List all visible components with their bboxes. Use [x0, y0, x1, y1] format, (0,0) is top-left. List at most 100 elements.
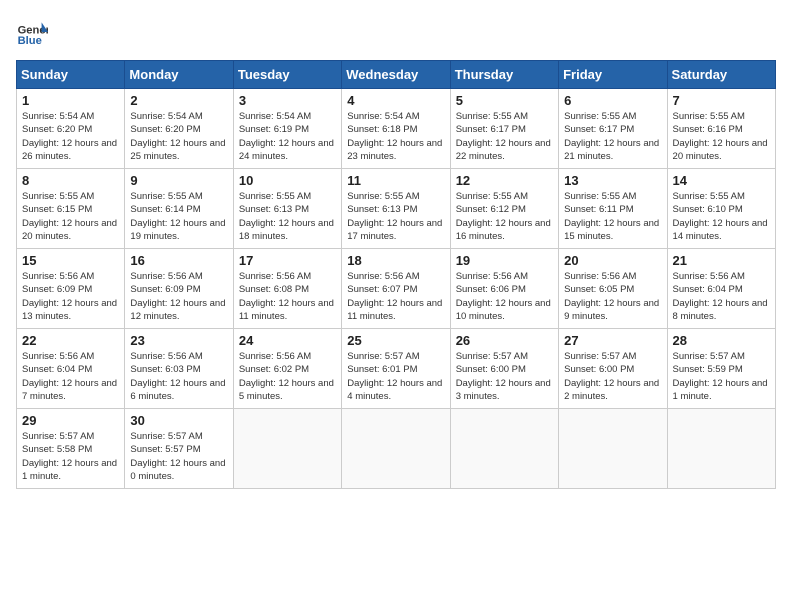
- day-number: 19: [456, 253, 553, 268]
- calendar-cell: 12 Sunrise: 5:55 AMSunset: 6:12 PMDaylig…: [450, 169, 558, 249]
- calendar-header-row: SundayMondayTuesdayWednesdayThursdayFrid…: [17, 61, 776, 89]
- calendar-cell: 10 Sunrise: 5:55 AMSunset: 6:13 PMDaylig…: [233, 169, 341, 249]
- day-header-sunday: Sunday: [17, 61, 125, 89]
- calendar-cell: 13 Sunrise: 5:55 AMSunset: 6:11 PMDaylig…: [559, 169, 667, 249]
- calendar-cell: 5 Sunrise: 5:55 AMSunset: 6:17 PMDayligh…: [450, 89, 558, 169]
- day-number: 26: [456, 333, 553, 348]
- day-number: 20: [564, 253, 661, 268]
- cell-text: Sunrise: 5:56 AMSunset: 6:09 PMDaylight:…: [22, 271, 117, 322]
- svg-text:Blue: Blue: [18, 35, 42, 47]
- calendar-cell: 9 Sunrise: 5:55 AMSunset: 6:14 PMDayligh…: [125, 169, 233, 249]
- day-number: 17: [239, 253, 336, 268]
- calendar-cell: 11 Sunrise: 5:55 AMSunset: 6:13 PMDaylig…: [342, 169, 450, 249]
- day-number: 5: [456, 93, 553, 108]
- day-number: 18: [347, 253, 444, 268]
- calendar-table: SundayMondayTuesdayWednesdayThursdayFrid…: [16, 60, 776, 489]
- cell-text: Sunrise: 5:55 AMSunset: 6:14 PMDaylight:…: [130, 191, 225, 242]
- cell-text: Sunrise: 5:56 AMSunset: 6:04 PMDaylight:…: [22, 351, 117, 402]
- cell-text: Sunrise: 5:56 AMSunset: 6:02 PMDaylight:…: [239, 351, 334, 402]
- day-number: 30: [130, 413, 227, 428]
- calendar-cell: 19 Sunrise: 5:56 AMSunset: 6:06 PMDaylig…: [450, 249, 558, 329]
- calendar-cell: 24 Sunrise: 5:56 AMSunset: 6:02 PMDaylig…: [233, 329, 341, 409]
- cell-text: Sunrise: 5:54 AMSunset: 6:18 PMDaylight:…: [347, 111, 442, 162]
- calendar-cell: 17 Sunrise: 5:56 AMSunset: 6:08 PMDaylig…: [233, 249, 341, 329]
- day-number: 10: [239, 173, 336, 188]
- cell-text: Sunrise: 5:55 AMSunset: 6:13 PMDaylight:…: [239, 191, 334, 242]
- day-header-friday: Friday: [559, 61, 667, 89]
- day-number: 25: [347, 333, 444, 348]
- day-number: 3: [239, 93, 336, 108]
- calendar-cell: 18 Sunrise: 5:56 AMSunset: 6:07 PMDaylig…: [342, 249, 450, 329]
- day-number: 13: [564, 173, 661, 188]
- cell-text: Sunrise: 5:55 AMSunset: 6:12 PMDaylight:…: [456, 191, 551, 242]
- calendar-cell: 4 Sunrise: 5:54 AMSunset: 6:18 PMDayligh…: [342, 89, 450, 169]
- day-number: 8: [22, 173, 119, 188]
- day-number: 12: [456, 173, 553, 188]
- cell-text: Sunrise: 5:55 AMSunset: 6:17 PMDaylight:…: [456, 111, 551, 162]
- week-row-5: 29 Sunrise: 5:57 AMSunset: 5:58 PMDaylig…: [17, 409, 776, 489]
- calendar-cell: 21 Sunrise: 5:56 AMSunset: 6:04 PMDaylig…: [667, 249, 775, 329]
- calendar-cell: 20 Sunrise: 5:56 AMSunset: 6:05 PMDaylig…: [559, 249, 667, 329]
- day-number: 28: [673, 333, 770, 348]
- week-row-2: 8 Sunrise: 5:55 AMSunset: 6:15 PMDayligh…: [17, 169, 776, 249]
- week-row-1: 1 Sunrise: 5:54 AMSunset: 6:20 PMDayligh…: [17, 89, 776, 169]
- cell-text: Sunrise: 5:57 AMSunset: 5:58 PMDaylight:…: [22, 431, 117, 482]
- day-number: 24: [239, 333, 336, 348]
- cell-text: Sunrise: 5:54 AMSunset: 6:20 PMDaylight:…: [130, 111, 225, 162]
- calendar-cell: 29 Sunrise: 5:57 AMSunset: 5:58 PMDaylig…: [17, 409, 125, 489]
- cell-text: Sunrise: 5:57 AMSunset: 5:57 PMDaylight:…: [130, 431, 225, 482]
- cell-text: Sunrise: 5:56 AMSunset: 6:06 PMDaylight:…: [456, 271, 551, 322]
- cell-text: Sunrise: 5:56 AMSunset: 6:03 PMDaylight:…: [130, 351, 225, 402]
- day-number: 7: [673, 93, 770, 108]
- calendar-cell: 7 Sunrise: 5:55 AMSunset: 6:16 PMDayligh…: [667, 89, 775, 169]
- cell-text: Sunrise: 5:54 AMSunset: 6:19 PMDaylight:…: [239, 111, 334, 162]
- calendar-cell: 14 Sunrise: 5:55 AMSunset: 6:10 PMDaylig…: [667, 169, 775, 249]
- calendar-cell: [342, 409, 450, 489]
- cell-text: Sunrise: 5:54 AMSunset: 6:20 PMDaylight:…: [22, 111, 117, 162]
- calendar-cell: 30 Sunrise: 5:57 AMSunset: 5:57 PMDaylig…: [125, 409, 233, 489]
- day-header-tuesday: Tuesday: [233, 61, 341, 89]
- cell-text: Sunrise: 5:56 AMSunset: 6:09 PMDaylight:…: [130, 271, 225, 322]
- day-number: 15: [22, 253, 119, 268]
- day-header-saturday: Saturday: [667, 61, 775, 89]
- calendar-cell: 16 Sunrise: 5:56 AMSunset: 6:09 PMDaylig…: [125, 249, 233, 329]
- calendar-body: 1 Sunrise: 5:54 AMSunset: 6:20 PMDayligh…: [17, 89, 776, 489]
- calendar-cell: 15 Sunrise: 5:56 AMSunset: 6:09 PMDaylig…: [17, 249, 125, 329]
- calendar-cell: 6 Sunrise: 5:55 AMSunset: 6:17 PMDayligh…: [559, 89, 667, 169]
- cell-text: Sunrise: 5:55 AMSunset: 6:11 PMDaylight:…: [564, 191, 659, 242]
- week-row-3: 15 Sunrise: 5:56 AMSunset: 6:09 PMDaylig…: [17, 249, 776, 329]
- calendar-cell: 23 Sunrise: 5:56 AMSunset: 6:03 PMDaylig…: [125, 329, 233, 409]
- day-number: 1: [22, 93, 119, 108]
- calendar-cell: 2 Sunrise: 5:54 AMSunset: 6:20 PMDayligh…: [125, 89, 233, 169]
- calendar-cell: 28 Sunrise: 5:57 AMSunset: 5:59 PMDaylig…: [667, 329, 775, 409]
- calendar-cell: [667, 409, 775, 489]
- cell-text: Sunrise: 5:55 AMSunset: 6:10 PMDaylight:…: [673, 191, 768, 242]
- day-header-wednesday: Wednesday: [342, 61, 450, 89]
- day-number: 21: [673, 253, 770, 268]
- logo: General Blue: [16, 16, 52, 48]
- cell-text: Sunrise: 5:56 AMSunset: 6:04 PMDaylight:…: [673, 271, 768, 322]
- week-row-4: 22 Sunrise: 5:56 AMSunset: 6:04 PMDaylig…: [17, 329, 776, 409]
- calendar-cell: 1 Sunrise: 5:54 AMSunset: 6:20 PMDayligh…: [17, 89, 125, 169]
- day-number: 11: [347, 173, 444, 188]
- cell-text: Sunrise: 5:57 AMSunset: 5:59 PMDaylight:…: [673, 351, 768, 402]
- day-header-thursday: Thursday: [450, 61, 558, 89]
- calendar-cell: 26 Sunrise: 5:57 AMSunset: 6:00 PMDaylig…: [450, 329, 558, 409]
- cell-text: Sunrise: 5:56 AMSunset: 6:08 PMDaylight:…: [239, 271, 334, 322]
- cell-text: Sunrise: 5:57 AMSunset: 6:01 PMDaylight:…: [347, 351, 442, 402]
- calendar-cell: 22 Sunrise: 5:56 AMSunset: 6:04 PMDaylig…: [17, 329, 125, 409]
- calendar-cell: 3 Sunrise: 5:54 AMSunset: 6:19 PMDayligh…: [233, 89, 341, 169]
- day-header-monday: Monday: [125, 61, 233, 89]
- header: General Blue: [16, 16, 776, 48]
- calendar-cell: 25 Sunrise: 5:57 AMSunset: 6:01 PMDaylig…: [342, 329, 450, 409]
- cell-text: Sunrise: 5:56 AMSunset: 6:05 PMDaylight:…: [564, 271, 659, 322]
- cell-text: Sunrise: 5:57 AMSunset: 6:00 PMDaylight:…: [564, 351, 659, 402]
- day-number: 4: [347, 93, 444, 108]
- calendar-cell: 8 Sunrise: 5:55 AMSunset: 6:15 PMDayligh…: [17, 169, 125, 249]
- cell-text: Sunrise: 5:55 AMSunset: 6:15 PMDaylight:…: [22, 191, 117, 242]
- calendar-cell: [559, 409, 667, 489]
- cell-text: Sunrise: 5:57 AMSunset: 6:00 PMDaylight:…: [456, 351, 551, 402]
- day-number: 22: [22, 333, 119, 348]
- day-number: 9: [130, 173, 227, 188]
- day-number: 27: [564, 333, 661, 348]
